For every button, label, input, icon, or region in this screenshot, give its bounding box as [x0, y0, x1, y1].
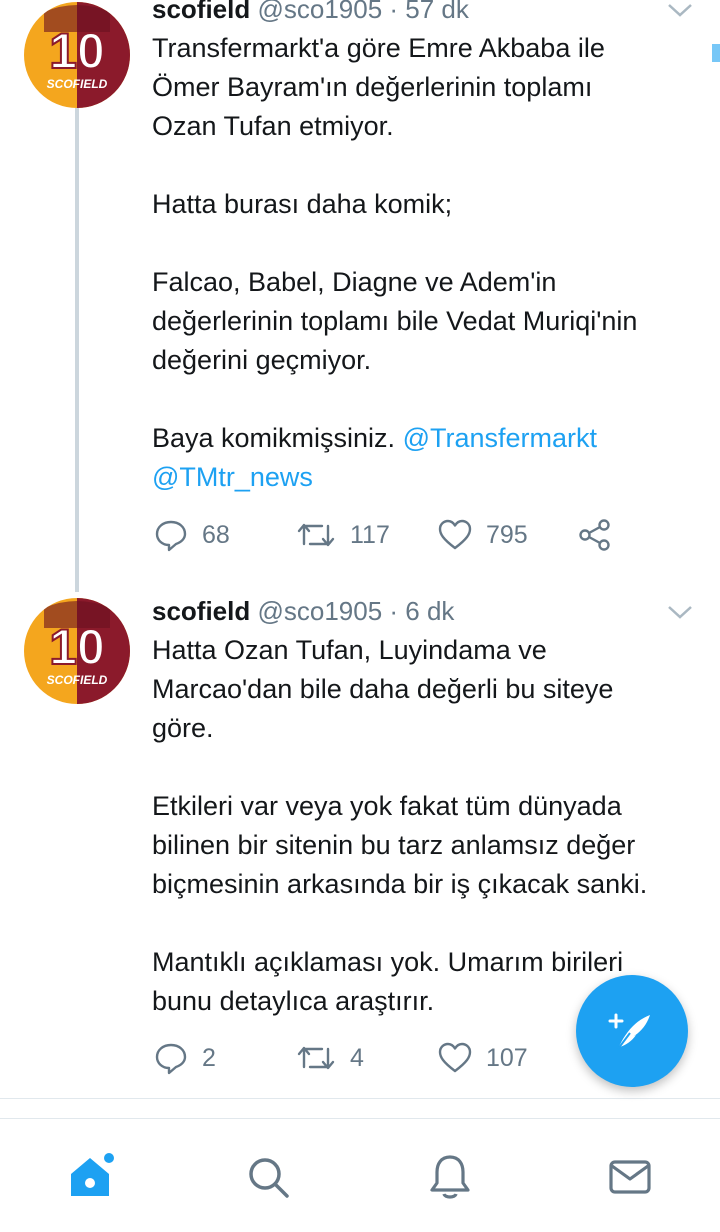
- messages-icon: [609, 1160, 651, 1194]
- reply-button[interactable]: 2: [154, 1038, 216, 1078]
- svg-text:SCOFIELD: SCOFIELD: [47, 77, 108, 91]
- tweet-line: Ozan Tufan etmiyor.: [152, 111, 394, 141]
- home-icon: [71, 1153, 114, 1196]
- tweet-text: Hatta Ozan Tufan, Luyindama ve Marcao'da…: [152, 631, 702, 1021]
- share-icon: [579, 519, 610, 551]
- chevron-down-icon[interactable]: [666, 0, 694, 20]
- tweet-line: Transfermarkt'a göre Emre Akbaba ile: [152, 33, 605, 63]
- tweet-line: [152, 380, 702, 419]
- reply-icon: [155, 1043, 187, 1075]
- retweet-icon: [297, 1046, 335, 1070]
- svg-text:10: 10: [49, 619, 105, 675]
- thread-line: [75, 108, 79, 592]
- tweet-header: scofield @sco1905 · 57 dk: [152, 0, 469, 26]
- tweet-line: [152, 146, 702, 185]
- retweet-count: 117: [350, 520, 390, 549]
- tweet-line: Marcao'dan bile daha değerli bu siteye: [152, 674, 614, 704]
- compose-tweet-button[interactable]: [576, 975, 688, 1087]
- svg-text:SCOFIELD: SCOFIELD: [47, 673, 108, 687]
- tweet-line: [152, 904, 702, 943]
- svg-text:10: 10: [49, 23, 105, 79]
- like-button[interactable]: 795: [438, 515, 528, 555]
- tweet-line: Ömer Bayram'ın değerlerinin toplamı: [152, 72, 593, 102]
- reply-count: 2: [202, 1043, 216, 1072]
- handle-time: @sco1905 · 57 dk: [257, 0, 469, 24]
- tweet-line: @TMtr_news: [152, 458, 702, 497]
- tweet-line: göre.: [152, 713, 214, 743]
- share-button[interactable]: [578, 515, 612, 555]
- notifications-icon: [430, 1155, 470, 1199]
- nav-home[interactable]: [60, 1147, 120, 1207]
- like-count: 795: [486, 520, 528, 549]
- avatar[interactable]: 10 SCOFIELD: [24, 598, 130, 704]
- tweet-line: değerini geçmiyor.: [152, 345, 372, 375]
- tweet-line: biçmesinin arkasında bir iş çıkacak sank…: [152, 869, 648, 899]
- tweet-line: Baya komikmişsiniz. @Transfermarkt: [152, 419, 702, 458]
- tweet-header: scofield @sco1905 · 6 dk: [152, 594, 454, 628]
- avatar[interactable]: 10 SCOFIELD: [24, 2, 130, 108]
- nav-notifications[interactable]: [420, 1147, 480, 1207]
- display-name[interactable]: scofield: [152, 596, 250, 626]
- tweet[interactable]: 10 SCOFIELD scofield @sco1905 · 57 dk Tr…: [0, 0, 720, 592]
- retweet-button[interactable]: 117: [296, 515, 390, 555]
- reply-icon: [155, 520, 187, 552]
- nav-search[interactable]: [238, 1147, 298, 1207]
- tweet-line: Hatta burası daha komik;: [152, 189, 453, 219]
- tweet-line-text: Baya komikmişsiniz.: [152, 423, 396, 453]
- mention-link[interactable]: @TMtr_news: [152, 462, 313, 492]
- tweet-line: değerlerinin toplamı bile Vedat Muriqi'n…: [152, 306, 638, 336]
- tweet-line: [152, 748, 702, 787]
- chevron-down-icon[interactable]: [666, 602, 694, 622]
- heart-icon: [438, 519, 472, 550]
- bottom-navigation: [0, 1118, 720, 1232]
- tweet-line: Hatta Ozan Tufan, Luyindama ve: [152, 635, 547, 665]
- search-icon: [249, 1158, 289, 1198]
- tweet-text: Transfermarkt'a göre Emre Akbaba ile Öme…: [152, 29, 702, 497]
- divider: [0, 1098, 720, 1099]
- reply-count: 68: [202, 520, 230, 549]
- retweet-button[interactable]: 4: [296, 1038, 364, 1078]
- handle-time: @sco1905 · 6 dk: [257, 596, 455, 626]
- like-count: 107: [486, 1043, 528, 1072]
- scroll-indicator: [712, 44, 720, 62]
- retweet-icon: [297, 523, 335, 547]
- mention-link[interactable]: @Transfermarkt: [403, 423, 597, 453]
- tweet-line: Etkileri var veya yok fakat tüm dünyada: [152, 791, 622, 821]
- like-button[interactable]: 107: [438, 1038, 528, 1078]
- tweet-line: bilinen bir sitenin bu tarz anlamsız değ…: [152, 830, 636, 860]
- reply-button[interactable]: 68: [154, 515, 230, 555]
- compose-tweet-icon: [608, 1013, 650, 1050]
- nav-messages[interactable]: [600, 1147, 660, 1207]
- heart-icon: [438, 1042, 472, 1073]
- tweet-actions: 68 117 795: [152, 515, 652, 555]
- tweet-line: Falcao, Babel, Diagne ve Adem'in: [152, 267, 557, 297]
- tweet-line: [152, 224, 702, 263]
- retweet-count: 4: [350, 1043, 364, 1072]
- display-name[interactable]: scofield: [152, 0, 250, 24]
